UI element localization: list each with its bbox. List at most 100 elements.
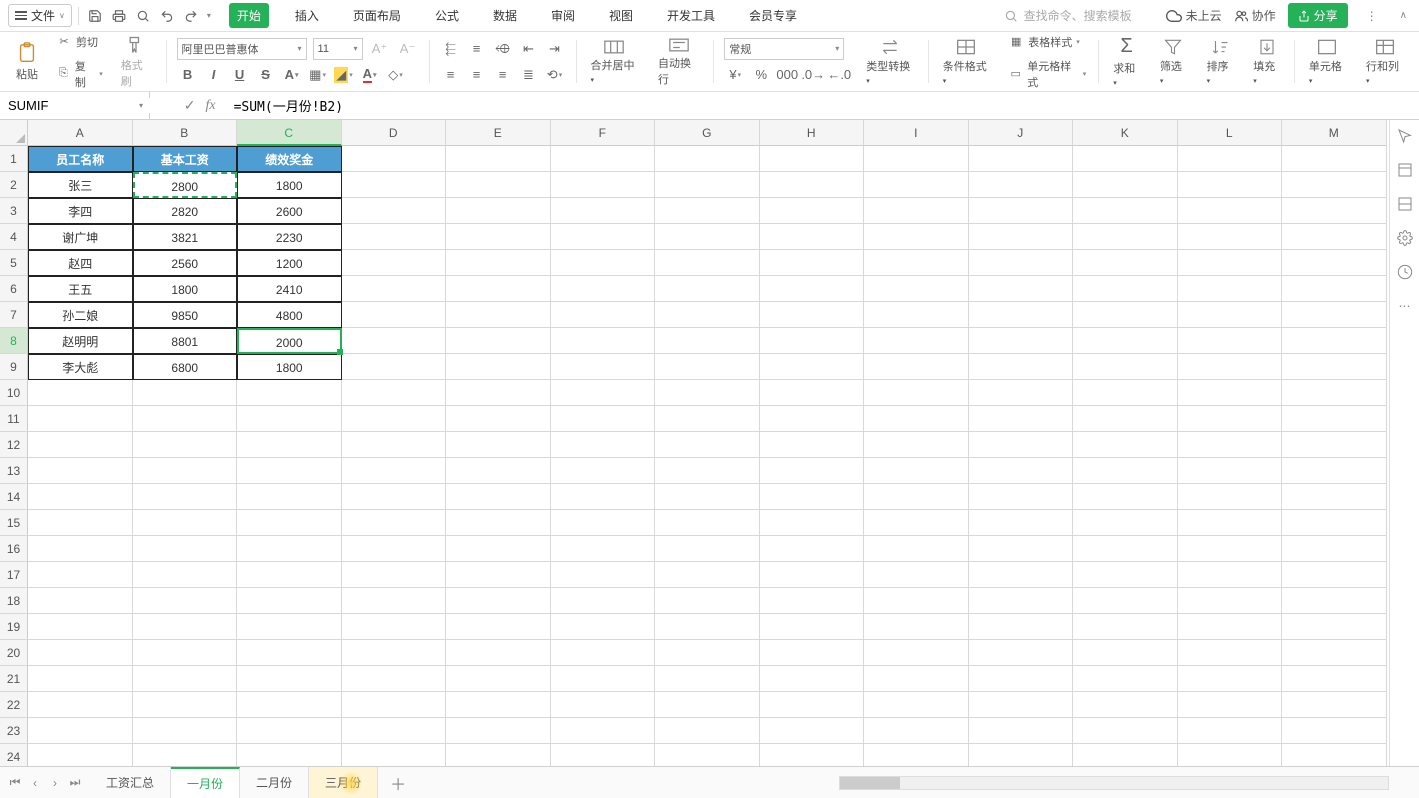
cell[interactable]	[1178, 432, 1283, 458]
cell[interactable]	[446, 328, 551, 354]
cell[interactable]	[969, 666, 1074, 692]
cell[interactable]	[1178, 614, 1283, 640]
cell[interactable]	[1282, 432, 1387, 458]
cell[interactable]: 2820	[133, 198, 238, 224]
row-header[interactable]: 23	[0, 718, 28, 744]
row-header[interactable]: 4	[0, 224, 28, 250]
cell[interactable]	[760, 666, 865, 692]
cell[interactable]	[1178, 692, 1283, 718]
column-header[interactable]: K	[1073, 120, 1178, 146]
cell[interactable]: 孙二娘	[28, 302, 133, 328]
cell[interactable]	[342, 588, 447, 614]
cell[interactable]	[1282, 146, 1387, 172]
cell[interactable]	[1282, 744, 1387, 766]
cell[interactable]	[446, 666, 551, 692]
cell[interactable]	[969, 614, 1074, 640]
row-header[interactable]: 17	[0, 562, 28, 588]
cell[interactable]	[1073, 640, 1178, 666]
cell[interactable]: 王五	[28, 276, 133, 302]
cell[interactable]	[1178, 328, 1283, 354]
cell[interactable]	[864, 744, 969, 766]
cell[interactable]	[342, 640, 447, 666]
cell[interactable]	[551, 718, 656, 744]
settings-pane-icon[interactable]	[1397, 230, 1413, 246]
cell[interactable]: 1200	[237, 250, 342, 276]
cell[interactable]	[1178, 744, 1283, 766]
cell[interactable]	[760, 198, 865, 224]
formula-input[interactable]	[228, 92, 1419, 119]
cell[interactable]	[969, 328, 1074, 354]
cell[interactable]	[760, 302, 865, 328]
cell[interactable]	[1282, 640, 1387, 666]
cell[interactable]	[237, 484, 342, 510]
cell[interactable]	[760, 354, 865, 380]
cell[interactable]	[342, 744, 447, 766]
cell[interactable]	[760, 692, 865, 718]
cell[interactable]	[1073, 484, 1178, 510]
number-format-select[interactable]: 常规▾	[724, 38, 844, 60]
cell[interactable]	[760, 484, 865, 510]
cell[interactable]	[760, 146, 865, 172]
cell[interactable]	[864, 432, 969, 458]
cell[interactable]	[133, 614, 238, 640]
cell[interactable]	[864, 640, 969, 666]
cell[interactable]	[1073, 666, 1178, 692]
cell[interactable]	[864, 250, 969, 276]
cell[interactable]	[864, 354, 969, 380]
clear-fmt-button[interactable]: ◇	[385, 64, 407, 86]
cell[interactable]	[1282, 380, 1387, 406]
style-pane-icon[interactable]	[1397, 162, 1413, 178]
row-header[interactable]: 16	[0, 536, 28, 562]
cell[interactable]	[133, 380, 238, 406]
cell[interactable]	[446, 484, 551, 510]
cell[interactable]: 2000	[237, 328, 342, 354]
cell[interactable]	[342, 224, 447, 250]
cell[interactable]	[969, 250, 1074, 276]
task-pane-icon[interactable]	[1397, 196, 1413, 212]
sort-button[interactable]: 排序 ▾	[1203, 38, 1238, 86]
cell[interactable]	[969, 380, 1074, 406]
cell[interactable]	[1282, 718, 1387, 744]
column-header[interactable]: J	[969, 120, 1074, 146]
cell[interactable]	[446, 640, 551, 666]
cell[interactable]	[1282, 172, 1387, 198]
cell[interactable]	[237, 744, 342, 766]
cell[interactable]	[28, 406, 133, 432]
cell[interactable]	[1282, 250, 1387, 276]
cell[interactable]	[760, 588, 865, 614]
cell[interactable]	[551, 380, 656, 406]
cell[interactable]	[446, 536, 551, 562]
cell[interactable]	[133, 692, 238, 718]
cell[interactable]: 2560	[133, 250, 238, 276]
cell[interactable]	[133, 432, 238, 458]
cell[interactable]	[1178, 146, 1283, 172]
cell[interactable]	[551, 354, 656, 380]
cell[interactable]	[237, 536, 342, 562]
cell[interactable]	[551, 692, 656, 718]
cell[interactable]: 2800	[133, 172, 238, 198]
cell[interactable]	[864, 666, 969, 692]
cell[interactable]	[1073, 692, 1178, 718]
cell[interactable]	[28, 484, 133, 510]
cell[interactable]	[446, 380, 551, 406]
cell[interactable]	[342, 718, 447, 744]
cell[interactable]: 员工名称	[28, 146, 133, 172]
accept-formula-icon[interactable]: ✓	[184, 97, 196, 114]
cell[interactable]	[1282, 614, 1387, 640]
sheet-tab[interactable]: 一月份	[171, 767, 240, 798]
cell[interactable]	[969, 276, 1074, 302]
cell[interactable]	[342, 666, 447, 692]
cell[interactable]	[655, 302, 760, 328]
font-size-select[interactable]: 11▾	[313, 38, 363, 60]
font-color-button[interactable]: A	[359, 64, 381, 86]
cell[interactable]: 绩效奖金	[237, 146, 342, 172]
column-header[interactable]: G	[655, 120, 760, 146]
fx-icon[interactable]: fx	[205, 98, 215, 114]
cell[interactable]	[864, 276, 969, 302]
thousands-icon[interactable]: 000	[776, 64, 798, 86]
paste-button[interactable]: 粘贴	[12, 42, 42, 82]
cell[interactable]	[864, 328, 969, 354]
row-header[interactable]: 1	[0, 146, 28, 172]
name-box[interactable]: ▾	[0, 92, 150, 119]
tab-member[interactable]: 会员专享	[741, 3, 805, 28]
